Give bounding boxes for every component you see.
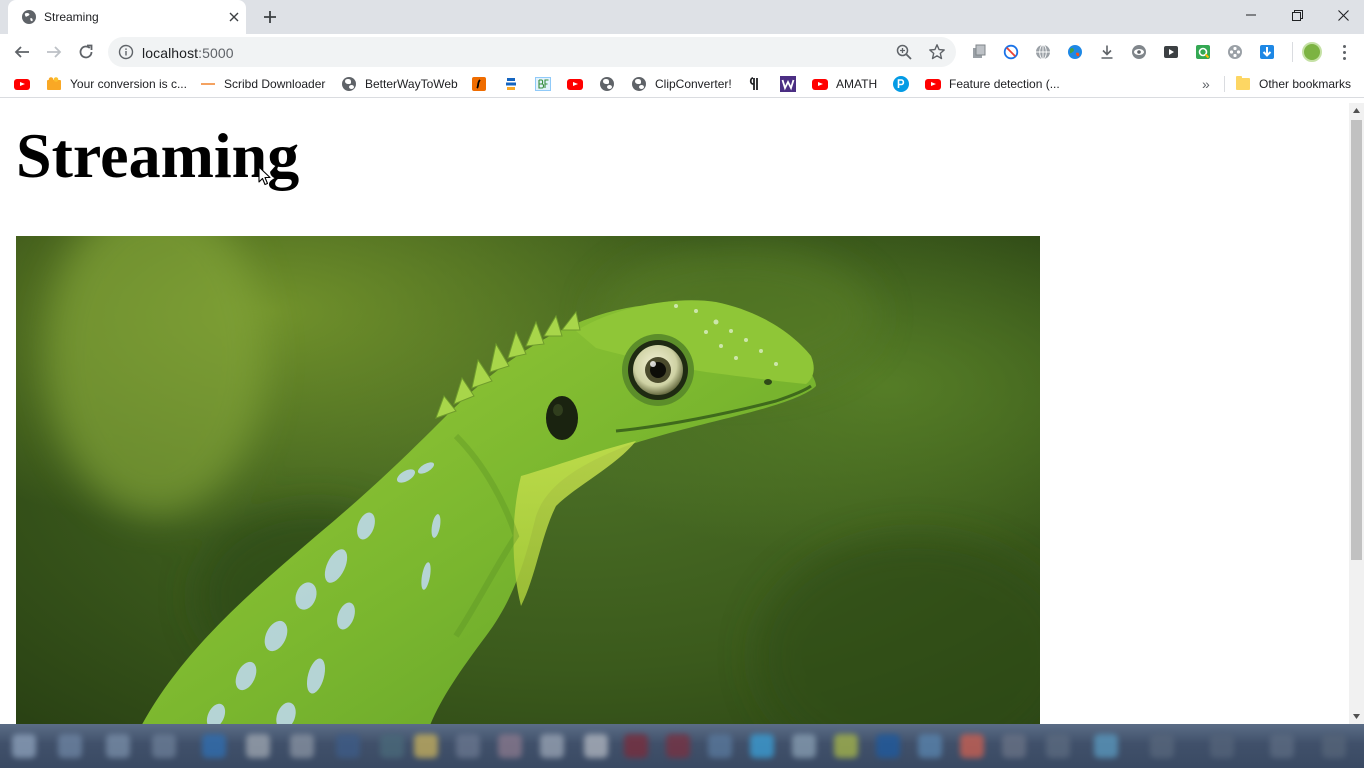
address-bar[interactable]: localhost:5000 xyxy=(108,37,956,67)
eye-icon[interactable] xyxy=(1130,43,1148,61)
zoom-icon[interactable] xyxy=(896,44,912,60)
url-port: :5000 xyxy=(198,45,234,61)
bookmark-w[interactable] xyxy=(780,75,796,93)
youtube-icon xyxy=(567,76,583,92)
browser-toolbar: localhost:5000 xyxy=(0,34,1364,70)
app-orange-icon xyxy=(471,76,487,92)
scroll-up-icon[interactable] xyxy=(1349,103,1364,118)
browser-menu-button[interactable] xyxy=(1336,42,1352,62)
forward-button[interactable] xyxy=(40,38,68,66)
bookmark-amath[interactable]: AMATH xyxy=(812,75,877,93)
lizard-image xyxy=(16,236,1040,724)
download-icon[interactable] xyxy=(1098,43,1116,61)
bookmark-youtube[interactable] xyxy=(14,75,30,93)
globe-icon[interactable] xyxy=(1034,43,1052,61)
bookmark-scribd-downloader[interactable]: Scribd Downloader xyxy=(200,75,325,93)
tab-streaming[interactable]: Streaming xyxy=(8,0,246,34)
back-button[interactable] xyxy=(8,38,36,66)
film-icon[interactable] xyxy=(1226,43,1244,61)
earth-icon[interactable] xyxy=(1066,43,1084,61)
youtube-icon xyxy=(812,76,828,92)
url-host: localhost xyxy=(142,45,199,61)
page-scrollbar[interactable] xyxy=(1349,103,1364,724)
bookmark-feature-detection[interactable]: Feature detection (... xyxy=(925,75,1060,93)
video-stream[interactable] xyxy=(16,236,1040,724)
bookmarks-bar: Your conversion is c... Scribd Downloade… xyxy=(0,70,1364,98)
toolbar-separator xyxy=(1292,42,1293,62)
bookmark-label: Feature detection (... xyxy=(949,77,1060,91)
page-content: Streaming xyxy=(0,103,1349,724)
reader-icon[interactable] xyxy=(970,43,988,61)
bookmark-label: Your conversion is c... xyxy=(70,77,187,91)
bookmark-pilcrow[interactable] xyxy=(748,75,764,93)
youtube-icon xyxy=(925,76,941,92)
profile-avatar[interactable] xyxy=(1302,42,1322,62)
globe-icon xyxy=(599,76,615,92)
dash-icon xyxy=(200,76,216,92)
bookmark-conversion[interactable]: Your conversion is c... xyxy=(46,75,187,93)
bookmark-label: AMATH xyxy=(836,77,878,91)
arrow-down-icon[interactable] xyxy=(1258,43,1276,61)
taskbar xyxy=(0,724,1364,768)
fan-icon xyxy=(46,76,62,92)
page-heading: Streaming xyxy=(16,120,300,191)
w-icon xyxy=(780,76,796,92)
restore-button[interactable] xyxy=(1274,0,1320,30)
reload-button[interactable] xyxy=(72,38,100,66)
bookmark-label: ClipConverter! xyxy=(655,77,732,91)
bf-icon xyxy=(535,76,551,92)
bookmark-other[interactable]: Other bookmarks xyxy=(1235,75,1351,93)
globe-icon xyxy=(341,76,357,92)
tab-strip: Streaming xyxy=(0,0,1364,34)
bookmark-bf[interactable] xyxy=(535,75,551,93)
block-icon[interactable] xyxy=(1002,43,1020,61)
other-bookmarks-label: Other bookmarks xyxy=(1259,77,1352,91)
bookmark-star-icon[interactable] xyxy=(928,43,946,61)
p-icon xyxy=(893,76,909,92)
globe-icon xyxy=(21,9,37,25)
bookmark-stack[interactable] xyxy=(503,75,519,93)
url-text[interactable]: localhost:5000 xyxy=(142,45,234,61)
tab-title: Streaming xyxy=(44,10,99,24)
scroll-down-icon[interactable] xyxy=(1349,709,1364,724)
close-tab-icon[interactable] xyxy=(226,9,242,25)
globe-icon xyxy=(631,76,647,92)
bookmarks-separator xyxy=(1224,76,1225,92)
more-bookmarks-button[interactable]: » xyxy=(1202,76,1210,92)
stack-icon xyxy=(503,76,519,92)
bookmark-betterwaytoweb[interactable]: BetterWayToWeb xyxy=(341,75,458,93)
cast-icon[interactable] xyxy=(1162,43,1180,61)
bookmark-app-orange[interactable] xyxy=(471,75,487,93)
scroll-thumb[interactable] xyxy=(1351,120,1362,560)
minimize-button[interactable] xyxy=(1228,0,1274,30)
new-tab-button[interactable] xyxy=(260,7,280,27)
youtube-icon xyxy=(14,76,30,92)
folder-icon xyxy=(1235,76,1251,92)
info-icon[interactable] xyxy=(118,44,134,60)
bookmark-label: BetterWayToWeb xyxy=(365,77,458,91)
bookmark-label: Scribd Downloader xyxy=(224,77,326,91)
bookmark-p[interactable] xyxy=(893,75,909,93)
bookmark-globe[interactable] xyxy=(599,75,615,93)
bookmark-clipconverter[interactable]: ClipConverter! xyxy=(631,75,732,93)
close-window-button[interactable] xyxy=(1320,0,1364,30)
pilcrow-icon xyxy=(748,76,764,92)
map-icon[interactable] xyxy=(1194,43,1212,61)
bookmark-youtube-2[interactable] xyxy=(567,75,583,93)
